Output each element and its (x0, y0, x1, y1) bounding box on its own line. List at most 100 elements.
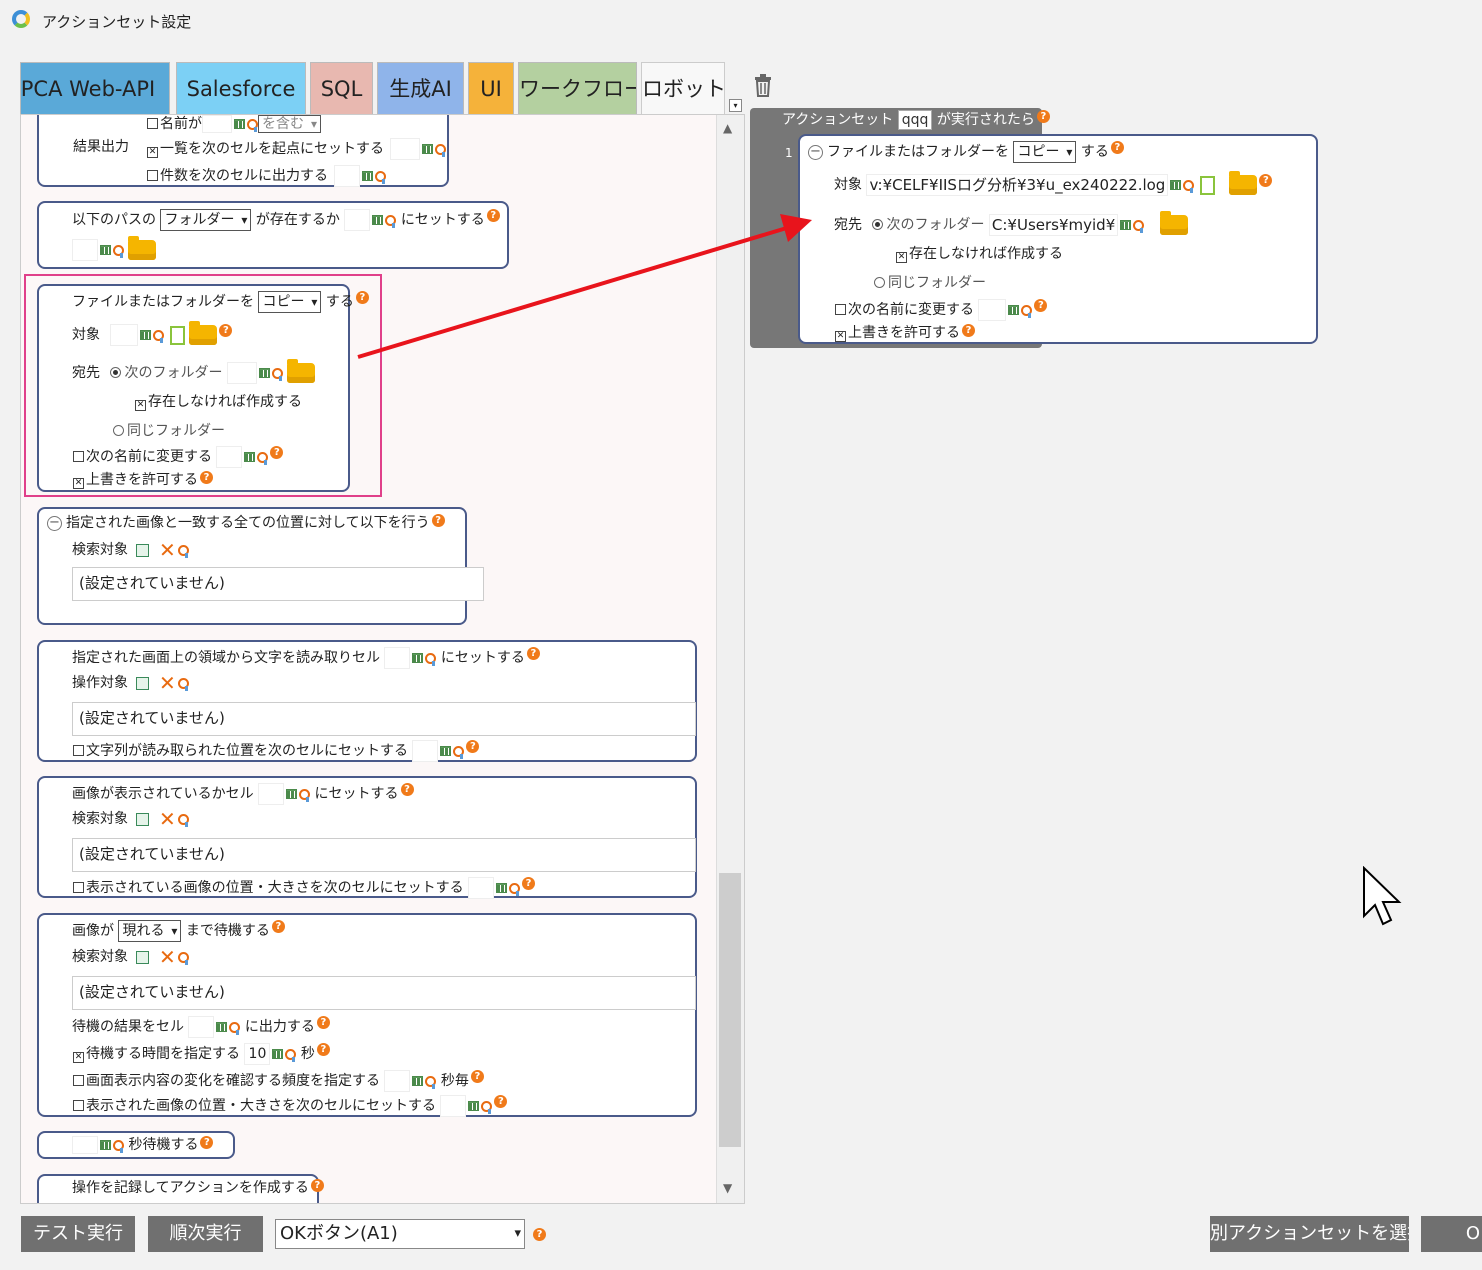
magnifier-icon[interactable] (153, 329, 165, 343)
edit-icon[interactable] (136, 812, 149, 826)
edit-icon[interactable] (136, 950, 149, 964)
select-other-action-set-button[interactable]: 別アクションセットを選択 (1210, 1216, 1409, 1252)
list-output-checkbox[interactable]: ✕ (147, 147, 158, 158)
magnifier-icon[interactable] (177, 677, 189, 691)
same-folder-radio[interactable] (113, 425, 124, 436)
help-icon[interactable]: ? (1036, 110, 1050, 123)
cell-icon[interactable] (496, 883, 508, 893)
magnifier-icon[interactable] (299, 788, 311, 802)
cell-icon[interactable] (362, 171, 373, 181)
action-set-name[interactable]: qqq (897, 110, 933, 130)
magnifier-icon[interactable] (113, 1139, 124, 1153)
folder-icon[interactable] (1229, 171, 1258, 195)
rename-checkbox[interactable] (73, 451, 84, 462)
edit-icon[interactable] (136, 543, 149, 557)
next-folder-radio[interactable] (872, 219, 884, 230)
cell-icon[interactable] (1008, 305, 1020, 315)
create-if-missing-checkbox[interactable]: ✕ (896, 252, 907, 263)
help-icon[interactable]: ? (494, 1095, 508, 1108)
match-select[interactable]: を含む (258, 115, 321, 133)
dest-path-input[interactable]: C:¥Users¥myid¥ (988, 214, 1119, 236)
magnifier-icon[interactable] (375, 170, 386, 184)
block-copy-file[interactable]: ファイルまたはフォルダーを コピー する? 対象 ? 宛先 次のフォルダー ✕存… (37, 284, 369, 492)
help-icon[interactable]: ? (310, 1179, 324, 1192)
clear-icon[interactable]: ✕ (159, 540, 176, 560)
copy-mode-select[interactable]: コピー (1013, 141, 1077, 163)
tab-pca-web-api[interactable]: PCA Web-API (20, 62, 170, 114)
next-folder-radio[interactable] (110, 367, 122, 378)
tab-robot[interactable]: ロボット (641, 62, 725, 114)
help-icon[interactable]: ? (466, 740, 480, 753)
copy-mode-select[interactable]: コピー (258, 291, 322, 313)
trash-icon[interactable] (753, 72, 773, 98)
ok-button[interactable]: O (1421, 1216, 1482, 1252)
magnifier-icon[interactable] (481, 1100, 493, 1114)
magnifier-icon[interactable] (425, 1075, 437, 1089)
block-wait-image[interactable]: 画像が 現れる まで待機する? 検索対象✕ (設定されていません) 待機の結果を… (37, 913, 697, 1117)
clear-icon[interactable]: ✕ (159, 809, 176, 829)
clear-icon[interactable]: ✕ (159, 673, 176, 693)
shown-image-position-checkbox[interactable] (73, 1100, 84, 1111)
cell-icon[interactable] (258, 368, 270, 378)
cell-icon[interactable] (440, 746, 452, 756)
search-target-area[interactable]: (設定されていません) (72, 976, 696, 1010)
target-input[interactable] (110, 324, 139, 346)
block-search-files[interactable]: 名前がを含む 結果出力 ✕一覧を次のセルを起点にセットする 件数を次のセルに出力… (37, 115, 449, 187)
block-image-loop[interactable]: − 指定された画像と一致する全ての位置に対して以下を行う? 検索対象 ✕ (設定され… (37, 507, 484, 625)
tab-gen-ai[interactable]: 生成AI (377, 62, 464, 114)
scroll-down-icon[interactable]: ▼ (723, 1181, 732, 1195)
block-record-actions[interactable]: 操作を記録してアクションを作成する? (37, 1174, 324, 1203)
cell-icon[interactable] (1170, 180, 1182, 190)
magnifier-icon[interactable] (435, 143, 446, 157)
cell-icon[interactable] (234, 119, 245, 129)
block-image-shown[interactable]: 画像が表示されているかセル にセットする? 検索対象 ✕ (設定されていません) … (37, 776, 697, 899)
text-position-checkbox[interactable] (73, 745, 84, 756)
cell-icon[interactable] (140, 330, 152, 340)
sequential-run-button[interactable]: 順次実行 (148, 1216, 263, 1252)
image-position-checkbox[interactable] (73, 882, 84, 893)
magnifier-icon[interactable] (113, 244, 124, 258)
file-icon[interactable] (1200, 175, 1216, 195)
help-icon[interactable]: ? (400, 783, 414, 796)
cell-icon[interactable] (216, 1022, 228, 1032)
overwrite-checkbox[interactable]: ✕ (73, 478, 84, 489)
folder-icon[interactable] (286, 359, 315, 383)
help-icon[interactable]: ? (522, 877, 536, 890)
target-path-input[interactable]: v:¥CELF¥IISログ分析¥3¥u_ex240222.log (866, 174, 1169, 196)
help-icon[interactable]: ? (271, 920, 285, 933)
cell-icon[interactable] (468, 1101, 480, 1111)
help-icon[interactable]: ? (1034, 299, 1048, 312)
magnifier-icon[interactable] (1183, 179, 1195, 193)
magnifier-icon[interactable] (271, 367, 283, 381)
path-type-select[interactable]: フォルダー (160, 209, 252, 231)
clear-icon[interactable]: ✕ (159, 947, 176, 967)
help-icon[interactable]: ? (431, 514, 445, 527)
help-icon[interactable]: ? (526, 647, 540, 660)
magnifier-icon[interactable] (1133, 219, 1145, 233)
folder-icon[interactable] (128, 236, 156, 260)
help-icon[interactable]: ? (1259, 174, 1273, 187)
cell-icon[interactable] (1120, 220, 1132, 230)
magnifier-icon[interactable] (509, 882, 521, 896)
cell-icon[interactable] (244, 452, 256, 462)
block-read-text[interactable]: 指定された画面上の領域から文字を読み取りセル にセットする? 操作対象 ✕ (設定… (37, 640, 697, 762)
tab-workflow[interactable]: ワークフロー (518, 62, 637, 114)
tab-ui[interactable]: UI (468, 62, 514, 114)
help-icon[interactable]: ? (200, 1136, 214, 1149)
help-icon[interactable]: ? (316, 1016, 330, 1029)
help-icon[interactable]: ? (219, 324, 233, 337)
tab-sql[interactable]: SQL (310, 62, 373, 114)
same-folder-radio[interactable] (874, 277, 885, 288)
operation-target-area[interactable]: (設定されていません) (72, 702, 696, 736)
cell-icon[interactable] (412, 653, 424, 663)
magnifier-icon[interactable] (285, 1048, 297, 1062)
folder-icon[interactable] (1160, 211, 1189, 235)
wait-mode-select[interactable]: 現れる (118, 920, 182, 942)
cell-icon[interactable] (100, 245, 111, 255)
wait-time-checkbox[interactable]: ✕ (73, 1052, 84, 1063)
count-output-checkbox[interactable] (147, 170, 158, 181)
collapse-icon[interactable]: − (808, 144, 823, 160)
test-run-button[interactable]: テスト実行 (21, 1216, 135, 1252)
name-checkbox[interactable] (147, 118, 158, 129)
search-target-area[interactable]: (設定されていません) (72, 567, 484, 601)
